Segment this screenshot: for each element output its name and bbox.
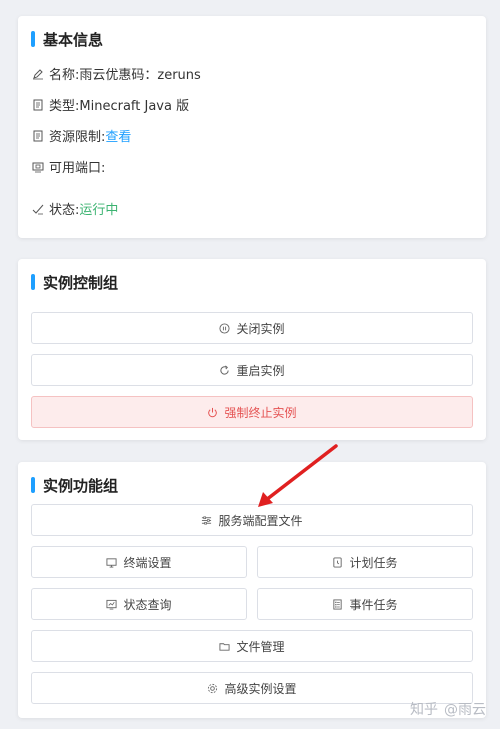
file-manager-button[interactable]: 文件管理: [31, 630, 473, 662]
basic-info-card: 基本信息 名称: 雨云优惠码：zeruns 类型: Minecraft Java…: [18, 16, 486, 238]
terminal-settings-button[interactable]: 终端设置: [31, 546, 247, 578]
monitor-icon: [106, 557, 118, 568]
pause-circle-icon: [219, 322, 231, 334]
server-config-file-button[interactable]: 服务端配置文件: [31, 504, 473, 536]
info-row-name: 名称: 雨云优惠码：zeruns: [32, 64, 201, 83]
type-value: Minecraft Java 版: [79, 99, 190, 114]
type-label: 类型:: [49, 99, 80, 114]
control-group-title: 实例控制组: [31, 273, 118, 292]
edit-icon: [32, 68, 44, 80]
port-label: 可用端口:: [49, 161, 106, 176]
status-label: 状态:: [49, 203, 80, 218]
name-label: 名称:: [49, 68, 80, 83]
task-list-icon: [332, 598, 343, 610]
watermark-author: @雨云: [444, 702, 486, 718]
info-row-port: 可用端口:: [32, 157, 105, 176]
instance-function-card: 实例功能组 服务端配置文件 终端设置 计划任务 状态查询 事件任务 文件管理 高…: [18, 462, 486, 718]
basic-info-title: 基本信息: [31, 30, 103, 49]
scheduled-tasks-button[interactable]: 计划任务: [257, 546, 473, 578]
resource-label: 资源限制:: [49, 130, 106, 145]
info-row-resource: 资源限制: 查看: [32, 126, 131, 145]
restart-instance-button[interactable]: 重启实例: [31, 354, 473, 386]
folder-icon: [219, 641, 231, 652]
status-query-button[interactable]: 状态查询: [31, 588, 247, 620]
advanced-instance-settings-button[interactable]: 高级实例设置: [31, 672, 473, 704]
function-group-title: 实例功能组: [31, 476, 118, 495]
stop-instance-button[interactable]: 关闭实例: [31, 312, 473, 344]
resource-view-link[interactable]: 查看: [105, 126, 131, 145]
timer-icon: [332, 556, 343, 568]
title-accent-bar: [31, 477, 35, 493]
status-check-icon: [32, 203, 44, 215]
gear-icon: [207, 683, 218, 694]
document-icon: [32, 99, 44, 111]
instance-control-card: 实例控制组 关闭实例 重启实例 强制终止实例: [18, 259, 486, 440]
title-accent-bar: [31, 274, 35, 290]
document-icon: [32, 130, 44, 142]
chart-board-icon: [106, 599, 118, 610]
zhihu-watermark: 知乎 @雨云: [410, 699, 486, 719]
port-icon: [32, 161, 44, 173]
status-badge: 运行中: [79, 203, 119, 218]
sliders-icon: [201, 515, 212, 526]
title-accent-bar: [31, 31, 35, 47]
refresh-icon: [219, 365, 230, 376]
power-icon: [207, 407, 218, 418]
info-row-status: 状态: 运行中: [32, 199, 118, 218]
force-kill-instance-button[interactable]: 强制终止实例: [31, 396, 473, 428]
info-row-type: 类型: Minecraft Java 版: [32, 95, 189, 114]
watermark-site: 知乎: [410, 702, 438, 718]
name-value: 雨云优惠码：zeruns: [79, 68, 201, 83]
event-tasks-button[interactable]: 事件任务: [257, 588, 473, 620]
